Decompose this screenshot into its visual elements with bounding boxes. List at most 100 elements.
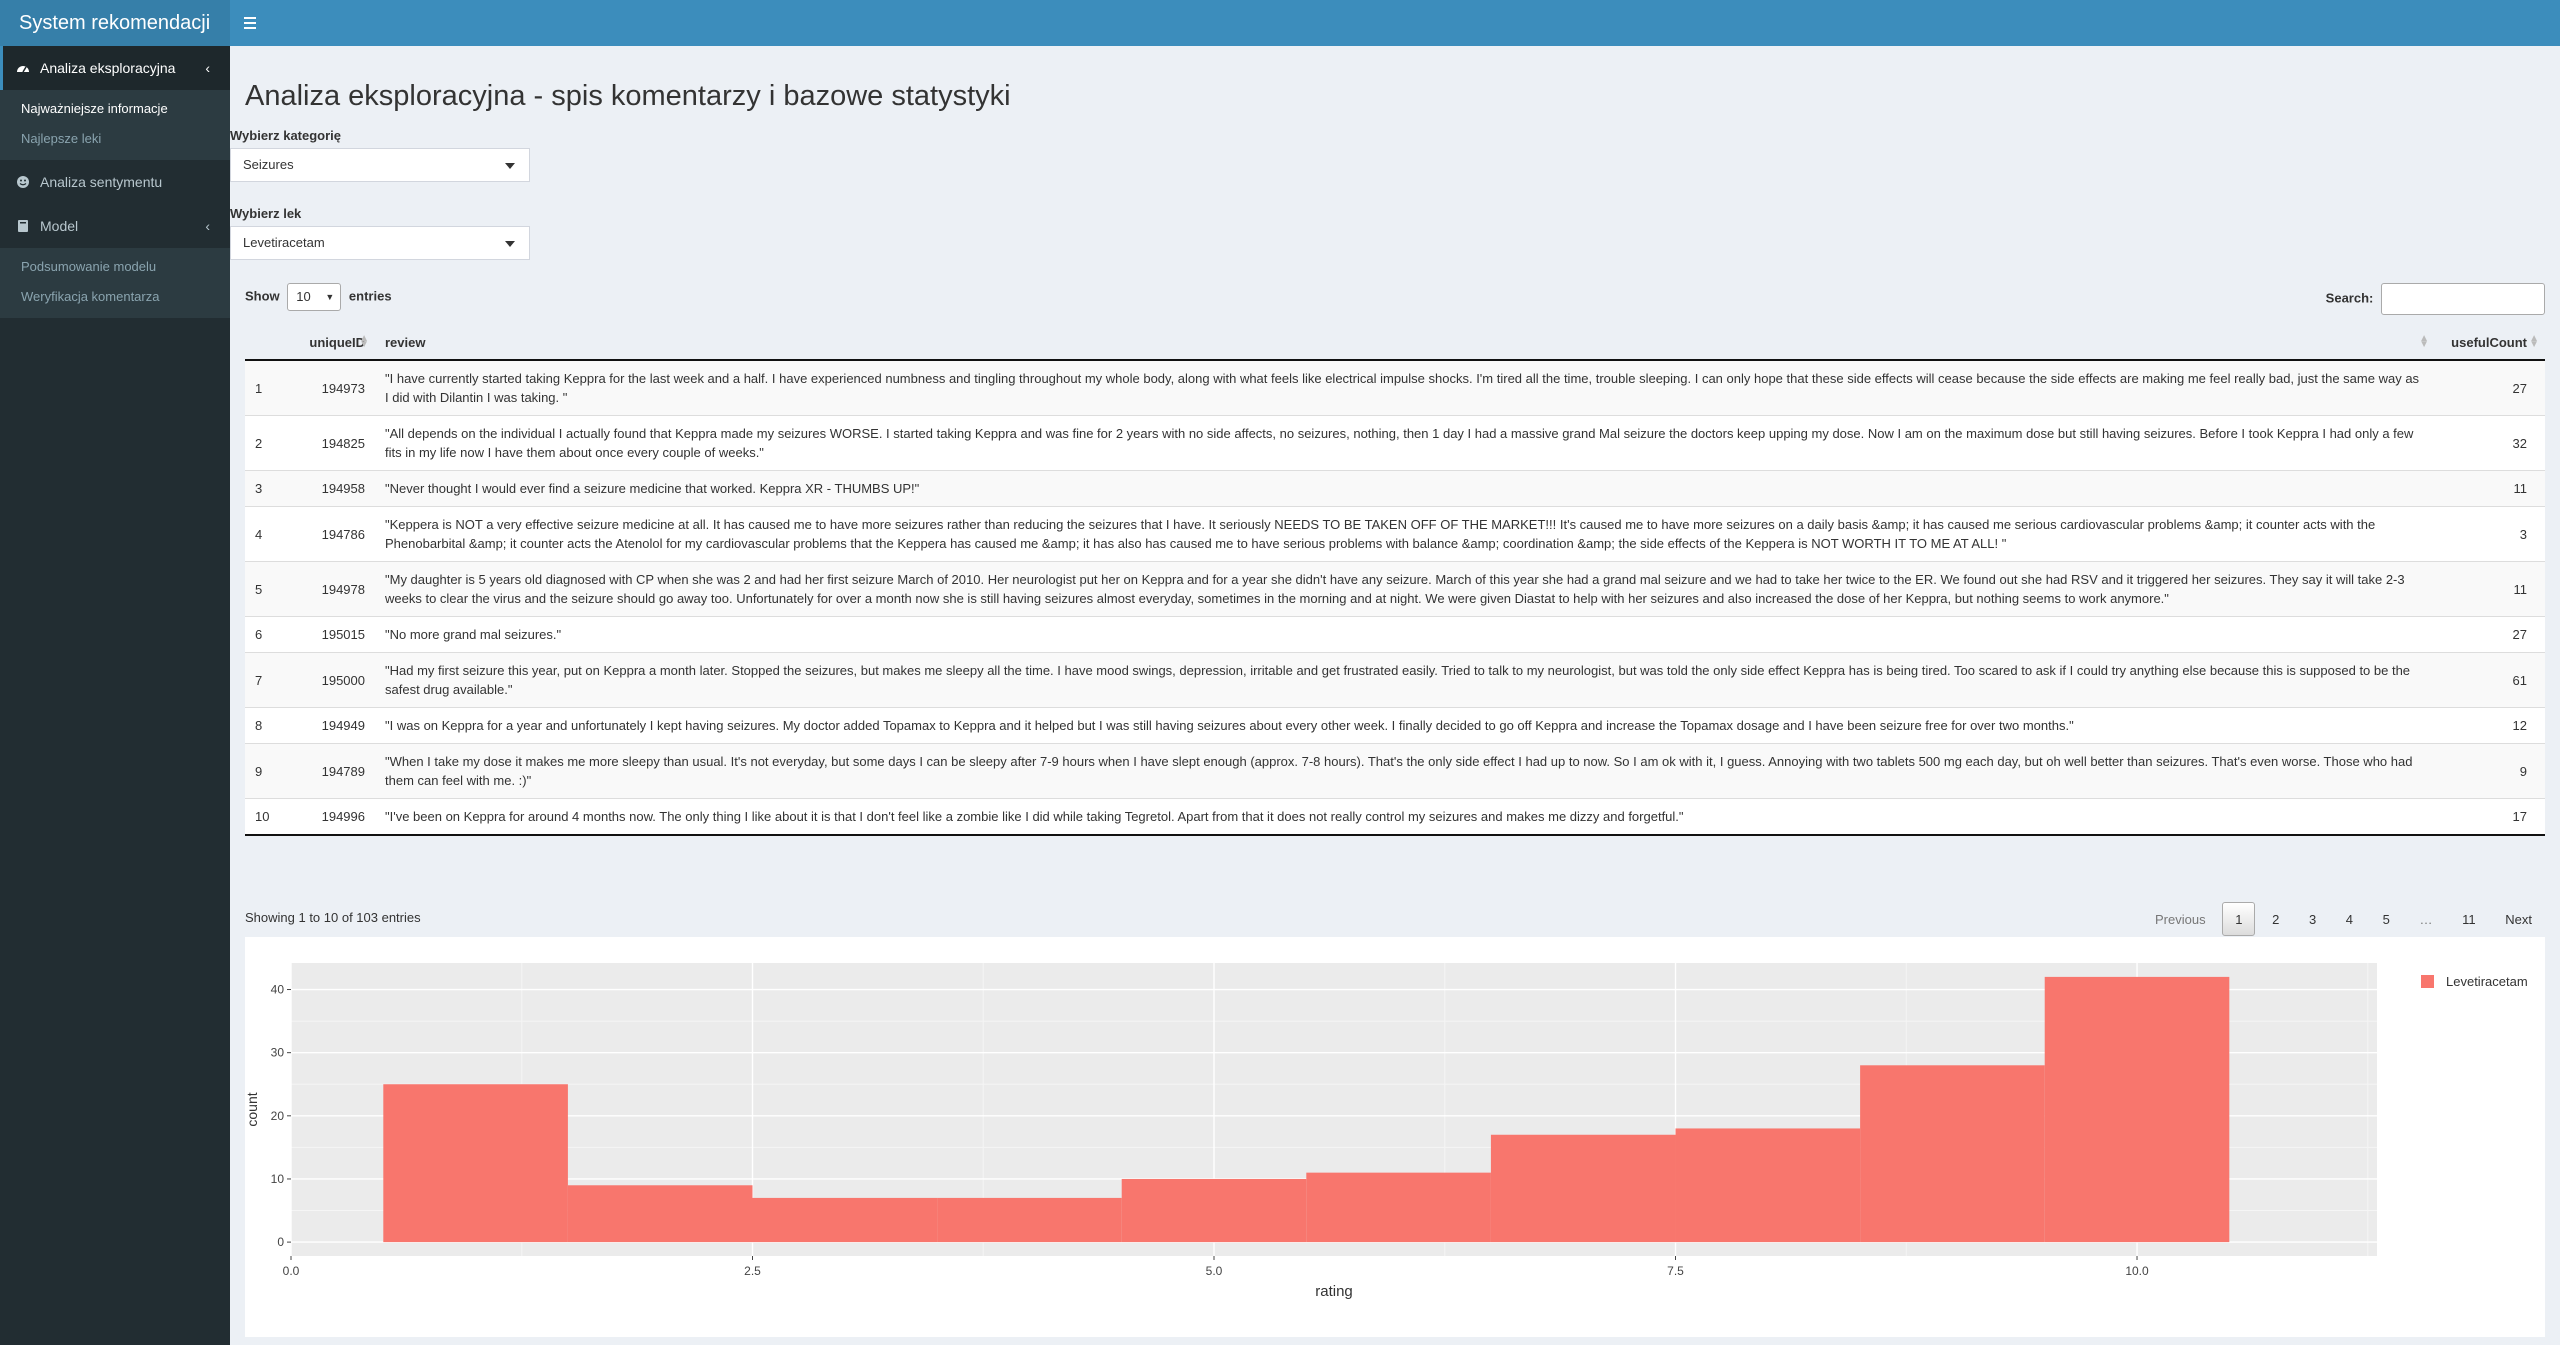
row-review: "I've been on Keppra for around 4 months… [375, 798, 2435, 836]
column-header-index [245, 325, 285, 361]
pagination-page-11[interactable]: 11 [2449, 903, 2489, 937]
row-index: 8 [245, 707, 285, 744]
x-tick-label: 5.0 [1206, 1264, 1223, 1278]
row-index: 3 [245, 470, 285, 507]
sidebar-item-model[interactable]: Model ‹ [0, 204, 230, 248]
table-row: 9 194789 "When I take my dose it makes me … [245, 743, 2545, 799]
row-index: 10 [245, 798, 285, 836]
caret-down-icon [505, 163, 515, 169]
sub-item-weryfikacja-komentarza[interactable]: Weryfikacja komentarza [0, 282, 230, 312]
row-uniqueid: 194786 [285, 506, 375, 562]
table-row: 4 194786 "Keppera is NOT a very effective … [245, 506, 2545, 562]
pagination-page-2[interactable]: 2 [2259, 903, 2292, 937]
pagination-page-3[interactable]: 3 [2296, 903, 2329, 937]
row-uniqueid: 194958 [285, 470, 375, 507]
row-usefulcount: 27 [2435, 616, 2545, 653]
histogram-bar [752, 1197, 938, 1243]
column-header-label: uniqueID [309, 334, 365, 350]
table-row: 1 194973 "I have currently started taking … [245, 359, 2545, 416]
search-label: Search: [2325, 290, 2374, 306]
caret-down-icon [505, 241, 515, 247]
histogram-svg: 0.0 2.5 5.0 7.5 10.0 0 10 20 30 40 rating count Leve… [244, 963, 2528, 1300]
sub-item-najlepsze-leki[interactable]: Najlepsze leki [0, 124, 230, 154]
chevron-left-icon: ‹ [205, 60, 210, 76]
table-row: 3 194958 "Never thought I would ever find … [245, 470, 2545, 507]
pagination-previous[interactable]: Previous [2142, 903, 2219, 937]
pagination-page-5[interactable]: 5 [2370, 903, 2403, 937]
pagination-page-4[interactable]: 4 [2333, 903, 2366, 937]
column-header-label: review [385, 334, 426, 350]
x-axis-label: rating [1315, 1283, 1353, 1300]
sort-icon: ▲ ▼ [2529, 333, 2539, 350]
entries-label: entries [348, 288, 392, 304]
table-row: 8 194949 "I was on Keppra for a year and u… [245, 707, 2545, 744]
y-tick-label: 30 [271, 1046, 285, 1060]
search-input[interactable] [2381, 283, 2545, 315]
page-title: Analiza eksploracyjna - spis komentarzy … [245, 80, 1011, 112]
sort-icon: ▲ ▼ [359, 333, 369, 350]
caret-down-icon: ▼ [325, 292, 335, 302]
x-tick-label: 7.5 [1667, 1264, 1684, 1278]
histogram-bar [383, 1084, 568, 1243]
category-label: Wybierz kategorię [230, 128, 342, 143]
row-usefulcount: 11 [2435, 470, 2545, 507]
smile-icon [17, 176, 29, 188]
row-usefulcount: 61 [2435, 652, 2545, 708]
row-usefulcount: 11 [2435, 561, 2545, 617]
pagination-ellipsis: … [2419, 912, 2433, 927]
column-header-review[interactable]: review ▲ ▼ [375, 325, 2435, 361]
histogram-bar [1860, 1065, 2045, 1243]
row-uniqueid: 194978 [285, 561, 375, 617]
entries-select-value: 10 [296, 289, 311, 304]
pagination-next[interactable]: Next [2492, 903, 2545, 937]
row-review: "All depends on the individual I actuall… [375, 415, 2435, 471]
table-row: 5 194978 "My daughter is 5 years old diagn… [245, 561, 2545, 617]
drug-select-value: Levetiracetam [243, 235, 325, 250]
submenu-analiza: Najważniejsze informacje Najlepsze leki [0, 90, 230, 160]
sidebar-item-label: Model [40, 218, 79, 234]
row-usefulcount: 9 [2435, 743, 2545, 799]
histogram-bar [1490, 1134, 1676, 1243]
y-tick-label: 10 [271, 1172, 285, 1186]
sidebar-item-analiza-eksploracyjna[interactable]: Analiza eksploracyjna ‹ [0, 46, 230, 90]
entries-length-control: Show 10 ▼ entries [245, 283, 392, 311]
column-header-uniqueid[interactable]: uniqueID ▲ ▼ [285, 325, 375, 361]
category-select[interactable]: Seizures [230, 148, 530, 182]
row-uniqueid: 194825 [285, 415, 375, 471]
row-review: "I have currently started taking Keppra … [375, 359, 2435, 416]
row-uniqueid: 194973 [285, 359, 375, 416]
row-uniqueid: 195015 [285, 616, 375, 653]
x-tick-label: 10.0 [2125, 1264, 2149, 1278]
table-info: Showing 1 to 10 of 103 entries [245, 910, 421, 925]
drug-select[interactable]: Levetiracetam [230, 226, 530, 260]
legend-swatch [2421, 975, 2434, 988]
entries-select[interactable]: 10 ▼ [287, 283, 342, 311]
row-uniqueid: 194996 [285, 798, 375, 836]
row-review: "Never thought I would ever find a seizu… [375, 470, 2435, 507]
reviews-table: uniqueID ▲ ▼ review ▲ ▼ usefulCount ▲ ▼ 1 19497… [245, 325, 2545, 836]
row-uniqueid: 194949 [285, 707, 375, 744]
sidebar-item-analiza-sentymentu[interactable]: Analiza sentymentu [0, 160, 230, 204]
row-uniqueid: 194789 [285, 743, 375, 799]
row-index: 5 [245, 561, 285, 617]
sidebar-toggle-icon[interactable] [238, 10, 264, 36]
category-select-value: Seizures [243, 157, 294, 172]
pagination-page-1[interactable]: 1 [2222, 902, 2256, 936]
y-tick-label: 0 [277, 1235, 284, 1249]
drug-label: Wybierz lek [230, 206, 302, 221]
pagination: Previous 1 2 3 4 5 … 11 Next [2142, 902, 2545, 936]
sub-item-podsumowanie-modelu[interactable]: Podsumowanie modelu [0, 252, 230, 282]
row-usefulcount: 17 [2435, 798, 2545, 836]
row-index: 6 [245, 616, 285, 653]
row-index: 9 [245, 743, 285, 799]
row-uniqueid: 195000 [285, 652, 375, 708]
table-search: Search: [2326, 283, 2545, 315]
main-content: Analiza eksploracyjna - spis komentarzy … [230, 46, 2560, 1345]
histogram-bar [2044, 976, 2230, 1243]
row-review: "When I take my dose it makes me more sl… [375, 743, 2435, 799]
sub-item-najwazniejsze-informacje[interactable]: Najważniejsze informacje [0, 94, 230, 124]
histogram-bar [567, 1185, 753, 1243]
app-logo-title[interactable]: System rekomendacji [0, 0, 230, 46]
y-axis-label: count [245, 1092, 260, 1126]
column-header-usefulcount[interactable]: usefulCount ▲ ▼ [2435, 325, 2545, 361]
